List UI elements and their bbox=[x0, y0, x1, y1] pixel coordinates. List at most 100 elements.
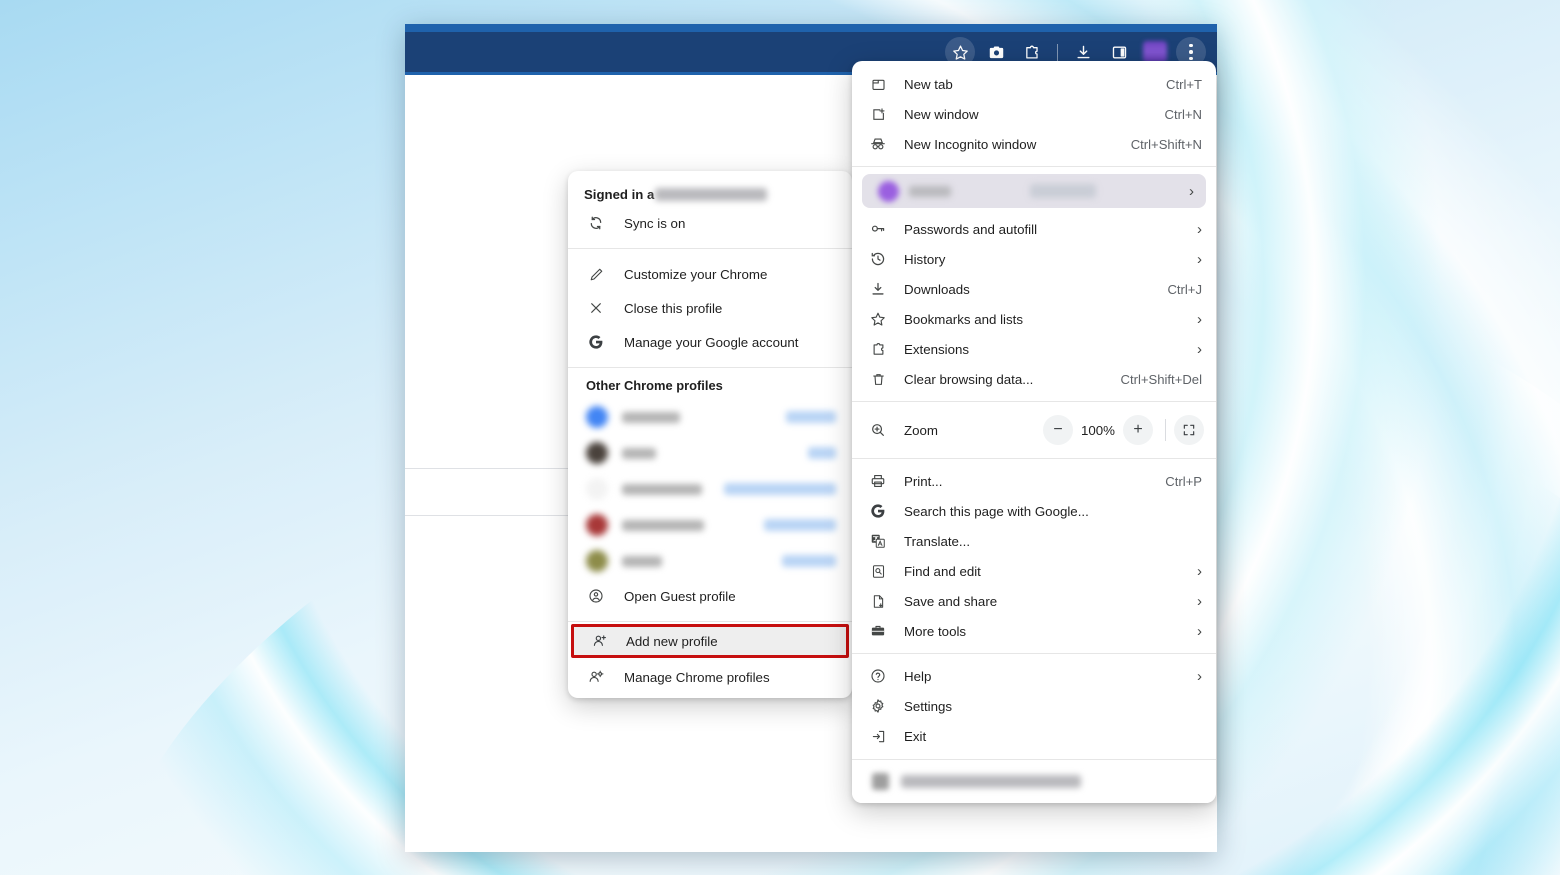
manage-chrome-profiles-item[interactable]: Manage Chrome profiles bbox=[568, 660, 852, 694]
pencil-icon bbox=[568, 267, 624, 282]
profile-menu-popup: Signed in a Sync is on Customize your Ch… bbox=[568, 171, 852, 698]
save-share-icon bbox=[852, 594, 904, 609]
menu-item-clear-browsing-data[interactable]: Clear browsing data... Ctrl+Shift+Del bbox=[852, 364, 1216, 394]
signed-in-email-redacted bbox=[655, 188, 767, 201]
chevron-right-icon: › bbox=[1187, 222, 1202, 237]
chevron-right-icon: › bbox=[1187, 564, 1202, 579]
list-item[interactable] bbox=[568, 471, 852, 507]
avatar bbox=[586, 478, 608, 500]
menu-divider-2 bbox=[852, 401, 1216, 402]
list-item[interactable] bbox=[568, 435, 852, 471]
menu-item-save-and-share[interactable]: Save and share › bbox=[852, 586, 1216, 616]
add-new-profile-label: Add new profile bbox=[626, 634, 718, 649]
profile-name-redacted bbox=[622, 520, 704, 531]
manage-google-account-label: Manage your Google account bbox=[624, 335, 798, 350]
menu-item-new-incognito-window[interactable]: New Incognito window Ctrl+Shift+N bbox=[852, 129, 1216, 159]
zoom-level-value: 100% bbox=[1073, 423, 1123, 438]
menu-label: Passwords and autofill bbox=[904, 222, 1187, 237]
profile-tag-redacted bbox=[782, 555, 836, 567]
google-g-icon bbox=[568, 334, 624, 350]
tab-strip[interactable] bbox=[405, 24, 1217, 32]
managed-by-text-redacted bbox=[901, 775, 1081, 788]
star-icon bbox=[852, 311, 904, 327]
menu-label: Find and edit bbox=[904, 564, 1187, 579]
menu-accelerator: Ctrl+P bbox=[1155, 474, 1202, 489]
list-item[interactable] bbox=[568, 543, 852, 579]
menu-item-print[interactable]: Print... Ctrl+P bbox=[852, 466, 1216, 496]
open-guest-profile-label: Open Guest profile bbox=[624, 589, 736, 604]
chevron-right-icon: › bbox=[1189, 184, 1194, 199]
profile-menu-divider-1 bbox=[568, 248, 852, 249]
translate-icon bbox=[852, 533, 904, 549]
menu-item-settings[interactable]: Settings bbox=[852, 691, 1216, 721]
zoom-magnifier-icon bbox=[852, 422, 904, 438]
profile-name-redacted bbox=[909, 186, 951, 197]
menu-item-bookmarks-and-lists[interactable]: Bookmarks and lists › bbox=[852, 304, 1216, 334]
list-item[interactable] bbox=[568, 507, 852, 543]
menu-item-profile-redacted[interactable]: › bbox=[862, 174, 1206, 208]
menu-label: Bookmarks and lists bbox=[904, 312, 1187, 327]
list-item[interactable] bbox=[568, 399, 852, 435]
menu-item-history[interactable]: History › bbox=[852, 244, 1216, 274]
fullscreen-icon[interactable] bbox=[1174, 415, 1204, 445]
chevron-right-icon: › bbox=[1187, 594, 1202, 609]
avatar bbox=[586, 442, 608, 464]
menu-divider-1 bbox=[852, 166, 1216, 167]
menu-item-downloads[interactable]: Downloads Ctrl+J bbox=[852, 274, 1216, 304]
chrome-main-menu-popup: New tab Ctrl+T New window Ctrl+N New Inc… bbox=[852, 61, 1216, 803]
menu-label: Print... bbox=[904, 474, 1155, 489]
google-g-icon bbox=[852, 503, 904, 519]
managed-by-footer-redacted[interactable] bbox=[852, 759, 1216, 803]
profile-tag-redacted bbox=[764, 519, 836, 531]
enterprise-building-icon bbox=[872, 773, 889, 790]
menu-label: History bbox=[904, 252, 1187, 267]
menu-item-extensions[interactable]: Extensions › bbox=[852, 334, 1216, 364]
menu-item-passwords-and-autofill[interactable]: Passwords and autofill › bbox=[852, 214, 1216, 244]
guest-person-icon bbox=[568, 588, 624, 604]
zoom-out-button[interactable]: − bbox=[1043, 415, 1073, 445]
customize-chrome-item[interactable]: Customize your Chrome bbox=[568, 257, 852, 291]
menu-accelerator: Ctrl+Shift+Del bbox=[1110, 372, 1202, 387]
profile-name-redacted bbox=[622, 448, 656, 459]
profile-menu-divider-2 bbox=[568, 367, 852, 368]
menu-item-new-window[interactable]: New window Ctrl+N bbox=[852, 99, 1216, 129]
zoom-label: Zoom bbox=[904, 423, 1043, 438]
avatar bbox=[1143, 41, 1167, 63]
avatar bbox=[586, 406, 608, 428]
zoom-divider bbox=[1165, 419, 1166, 441]
add-new-profile-item[interactable]: Add new profile bbox=[571, 624, 849, 658]
close-profile-item[interactable]: Close this profile bbox=[568, 291, 852, 325]
manage-google-account-item[interactable]: Manage your Google account bbox=[568, 325, 852, 359]
signed-in-label: Signed in a bbox=[584, 187, 654, 202]
profile-tag-redacted bbox=[724, 483, 836, 495]
profile-name-redacted bbox=[622, 484, 702, 495]
manage-chrome-profiles-label: Manage Chrome profiles bbox=[624, 670, 770, 685]
open-guest-profile-item[interactable]: Open Guest profile bbox=[568, 579, 852, 613]
menu-divider-4 bbox=[852, 653, 1216, 654]
avatar bbox=[586, 514, 608, 536]
gear-icon bbox=[852, 698, 904, 714]
menu-item-find-and-edit[interactable]: Find and edit › bbox=[852, 556, 1216, 586]
trash-icon bbox=[852, 372, 904, 387]
menu-label: Clear browsing data... bbox=[904, 372, 1110, 387]
menu-item-more-tools[interactable]: More tools › bbox=[852, 616, 1216, 646]
customize-chrome-label: Customize your Chrome bbox=[624, 267, 767, 282]
menu-item-translate[interactable]: Translate... bbox=[852, 526, 1216, 556]
menu-label: Downloads bbox=[904, 282, 1157, 297]
menu-item-exit[interactable]: Exit bbox=[852, 721, 1216, 751]
manage-person-icon bbox=[568, 669, 624, 685]
menu-label: Help bbox=[904, 669, 1187, 684]
zoom-in-button[interactable]: + bbox=[1123, 415, 1153, 445]
three-dots-glyph bbox=[1189, 44, 1193, 61]
menu-item-search-page-with-google[interactable]: Search this page with Google... bbox=[852, 496, 1216, 526]
menu-label: Search this page with Google... bbox=[904, 504, 1192, 519]
avatar bbox=[586, 550, 608, 572]
profile-menu-divider-3 bbox=[568, 621, 852, 622]
profile-name-redacted bbox=[622, 412, 680, 423]
menu-item-new-tab[interactable]: New tab Ctrl+T bbox=[852, 69, 1216, 99]
menu-accelerator: Ctrl+J bbox=[1157, 282, 1202, 297]
menu-item-help[interactable]: Help › bbox=[852, 661, 1216, 691]
sync-status-item[interactable]: Sync is on bbox=[568, 206, 852, 240]
profile-name-redacted bbox=[622, 556, 662, 567]
menu-accelerator: Ctrl+N bbox=[1155, 107, 1202, 122]
